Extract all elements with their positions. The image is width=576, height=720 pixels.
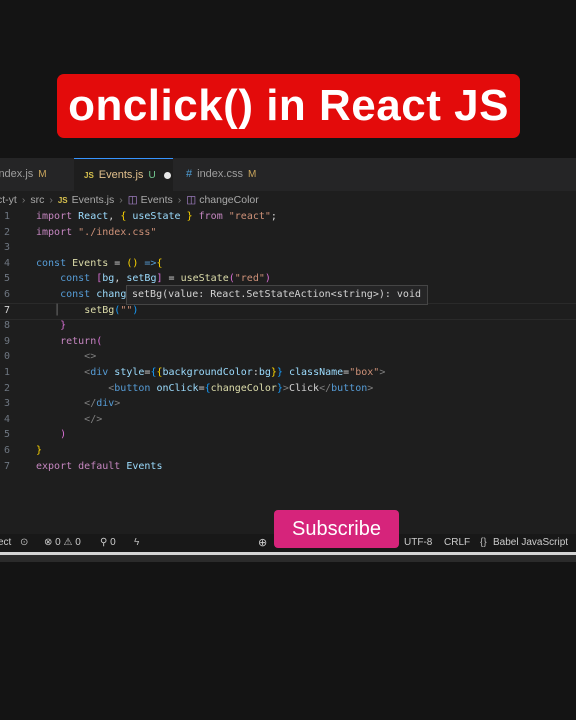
line-number: 3 bbox=[3, 398, 10, 410]
code-line: 4 </> bbox=[0, 412, 576, 428]
line-number: 1 bbox=[3, 367, 10, 378]
zoom-icon[interactable]: ⊕ bbox=[258, 535, 273, 550]
code-line: 8 } bbox=[0, 318, 576, 334]
tab-label: Events.js bbox=[98, 169, 144, 181]
breadcrumb-symbol[interactable]: changeColor bbox=[199, 194, 259, 206]
tab-events-js[interactable]: JS Events.js U bbox=[74, 158, 173, 191]
line-number: 4 bbox=[3, 413, 10, 425]
breadcrumb-file[interactable]: Events.js bbox=[72, 194, 115, 206]
line-number: 3 bbox=[3, 242, 10, 254]
component-icon: ◫ bbox=[127, 194, 138, 206]
tab-label: index.css bbox=[197, 168, 243, 180]
editor-tab-bar: index.js M JS Events.js U # index.css M bbox=[0, 158, 576, 191]
code-line: 9 return( bbox=[0, 334, 576, 350]
code-line: 3 </div> bbox=[0, 396, 576, 412]
lightning-icon[interactable]: ϟ bbox=[134, 534, 139, 552]
status-encoding[interactable]: UTF-8 bbox=[404, 534, 432, 552]
braces-icon: {} bbox=[480, 537, 487, 548]
line-number: 6 bbox=[3, 289, 10, 300]
os-taskbar bbox=[0, 552, 576, 562]
code-line: 4 const Events = () =>{ bbox=[0, 256, 576, 272]
breadcrumb: ct-yt›src›JSEvents.js›◫Events›◫changeCol… bbox=[0, 191, 259, 209]
line-number: 5 bbox=[3, 273, 10, 285]
line-number: 9 bbox=[3, 335, 10, 347]
breadcrumb-folder[interactable]: src bbox=[30, 194, 44, 206]
code-line: 3 bbox=[0, 240, 576, 256]
code-line: 6} bbox=[0, 443, 576, 459]
line-number: 6 bbox=[3, 445, 10, 456]
live-share-icon[interactable]: ⊙ bbox=[20, 534, 28, 552]
line-number: 1 bbox=[3, 211, 10, 222]
status-language[interactable]: Babel JavaScript bbox=[493, 534, 568, 552]
line-number: 2 bbox=[3, 226, 10, 238]
code-line: 1 <div style={{backgroundColor:bg}} clas… bbox=[0, 365, 576, 381]
untracked-badge: U bbox=[148, 170, 156, 181]
code-line: 2 import "./index.css" bbox=[0, 225, 576, 241]
code-editor-window: index.js M JS Events.js U # index.css M ct-yt… bbox=[0, 158, 576, 562]
code-line: 7 export default Events bbox=[0, 459, 576, 475]
taskbar-strip bbox=[0, 552, 576, 555]
video-title-banner: onclick() in React JS bbox=[57, 74, 520, 138]
breadcrumb-root[interactable]: ct-yt bbox=[0, 194, 17, 206]
function-icon: ◫ bbox=[186, 194, 197, 206]
code-line: 5 ) bbox=[0, 427, 576, 443]
subscribe-button[interactable]: Subscribe bbox=[274, 510, 399, 548]
chevron-right-icon: › bbox=[177, 194, 182, 206]
chevron-right-icon: › bbox=[119, 194, 123, 206]
breadcrumb-component[interactable]: Events bbox=[141, 194, 173, 206]
code-line: 0 <> bbox=[0, 349, 576, 365]
ports-indicator[interactable]: ⚲ 0 bbox=[100, 534, 116, 552]
chevron-right-icon: › bbox=[49, 194, 53, 206]
line-number: 7 bbox=[3, 304, 10, 316]
line-number: 2 bbox=[3, 382, 10, 394]
tab-index-css[interactable]: # index.css M bbox=[186, 158, 286, 191]
status-project[interactable]: ect bbox=[0, 534, 11, 552]
line-number: 8 bbox=[3, 320, 10, 332]
line-number: 7 bbox=[3, 460, 10, 472]
problems-indicator[interactable]: ⊗ 0 ⚠ 0 bbox=[44, 534, 81, 552]
css-hash-icon: # bbox=[186, 168, 193, 180]
tab-label: index.js bbox=[0, 168, 34, 180]
code-line: 1 import React, { useState } from "react"… bbox=[0, 209, 576, 225]
modified-badge: M bbox=[247, 169, 257, 180]
chevron-right-icon: › bbox=[21, 194, 26, 206]
js-icon: JS bbox=[84, 171, 94, 180]
status-eol[interactable]: CRLF bbox=[444, 534, 470, 552]
unsaved-dot-icon[interactable] bbox=[163, 171, 171, 179]
parameter-hint-tooltip: setBg(value: React.SetStateAction<string… bbox=[126, 285, 428, 305]
tab-index-js[interactable]: index.js M bbox=[0, 158, 74, 191]
line-number: 0 bbox=[3, 351, 10, 363]
line-number: 4 bbox=[3, 257, 10, 269]
code-line: 2 <button onClick={changeColor}>Click</b… bbox=[0, 381, 576, 397]
js-icon: JS bbox=[57, 196, 68, 205]
line-number: 5 bbox=[3, 429, 10, 441]
modified-badge: M bbox=[38, 169, 47, 180]
